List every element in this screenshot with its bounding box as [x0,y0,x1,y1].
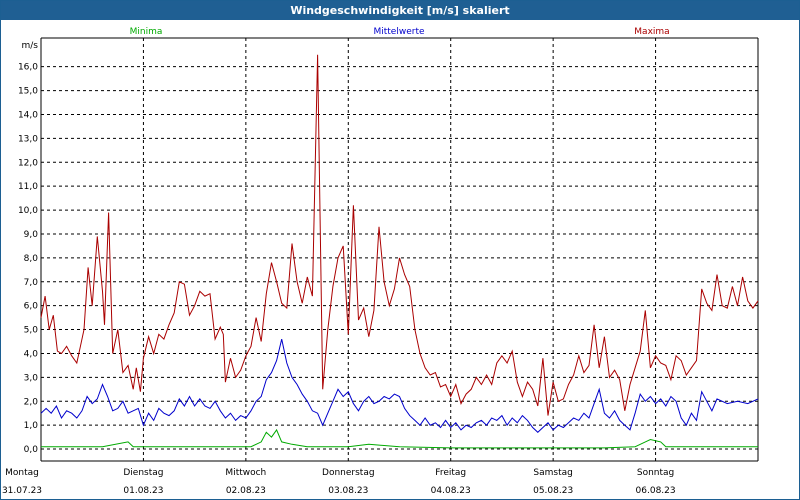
date-label: 03.08.23 [328,486,368,496]
y-tick-label: 13,0 [18,134,38,144]
y-tick-label: 14,0 [18,110,38,120]
y-tick-label: 1,0 [24,421,39,431]
series-line-maxima [40,54,759,416]
y-tick-label: 12,0 [18,158,38,168]
date-label: 31.07.23 [2,486,42,496]
y-tick-label: 0,0 [24,445,39,455]
date-label: 05.08.23 [533,486,573,496]
day-label: Montag [5,468,39,478]
y-tick-label: 16,0 [18,63,38,73]
y-tick-label: 15,0 [18,87,38,97]
date-label: 02.08.23 [226,486,266,496]
y-axis-unit: m/s [22,41,39,51]
day-label: Mittwoch [225,468,266,478]
series-line-mittelwerte [40,338,759,433]
legend-entry-mittelwerte: Mittelwerte [373,27,424,37]
legend-entry-minima: Minima [130,27,163,37]
date-label: 01.08.23 [123,486,163,496]
y-tick-label: 9,0 [24,230,39,240]
y-tick-label: 4,0 [24,349,39,359]
window-title: Windgeschwindigkeit [m/s] skaliert [1,1,799,20]
chart-labels: 0,0 1,0 2,0 3,0 4,0 5,0 6,0 7,0 8,0 9,0 10,0 11,0 12… [2,41,676,496]
day-label: Freitag [435,468,466,478]
y-tick-label: 6,0 [24,302,39,312]
y-tick-label: 2,0 [24,397,39,407]
day-label: Donnerstag [322,468,375,478]
y-tick-label: 8,0 [24,254,39,264]
chart-legend: Minima Mittelwerte Maxima [130,27,670,37]
wind-speed-chart: Minima Mittelwerte Maxima 0,0 1,0 2,0 3,0 4,0 5… [2,27,759,496]
y-tick-label: 11,0 [18,182,38,192]
day-label: Dienstag [123,468,163,478]
y-tick-label: 5,0 [24,326,39,336]
day-label: Samstag [533,468,572,478]
chart-window: Windgeschwindigkeit [m/s] skaliert Minim… [0,0,800,500]
y-tick-label: 3,0 [24,373,39,383]
series-line-minima [41,428,758,449]
date-label: 04.08.23 [431,486,471,496]
chart-series [40,54,759,449]
y-tick-label: 7,0 [24,278,39,288]
day-label: Sonntag [637,468,674,478]
y-tick-label: 10,0 [18,206,38,216]
date-label: 06.08.23 [636,486,676,496]
legend-entry-maxima: Maxima [634,27,669,37]
